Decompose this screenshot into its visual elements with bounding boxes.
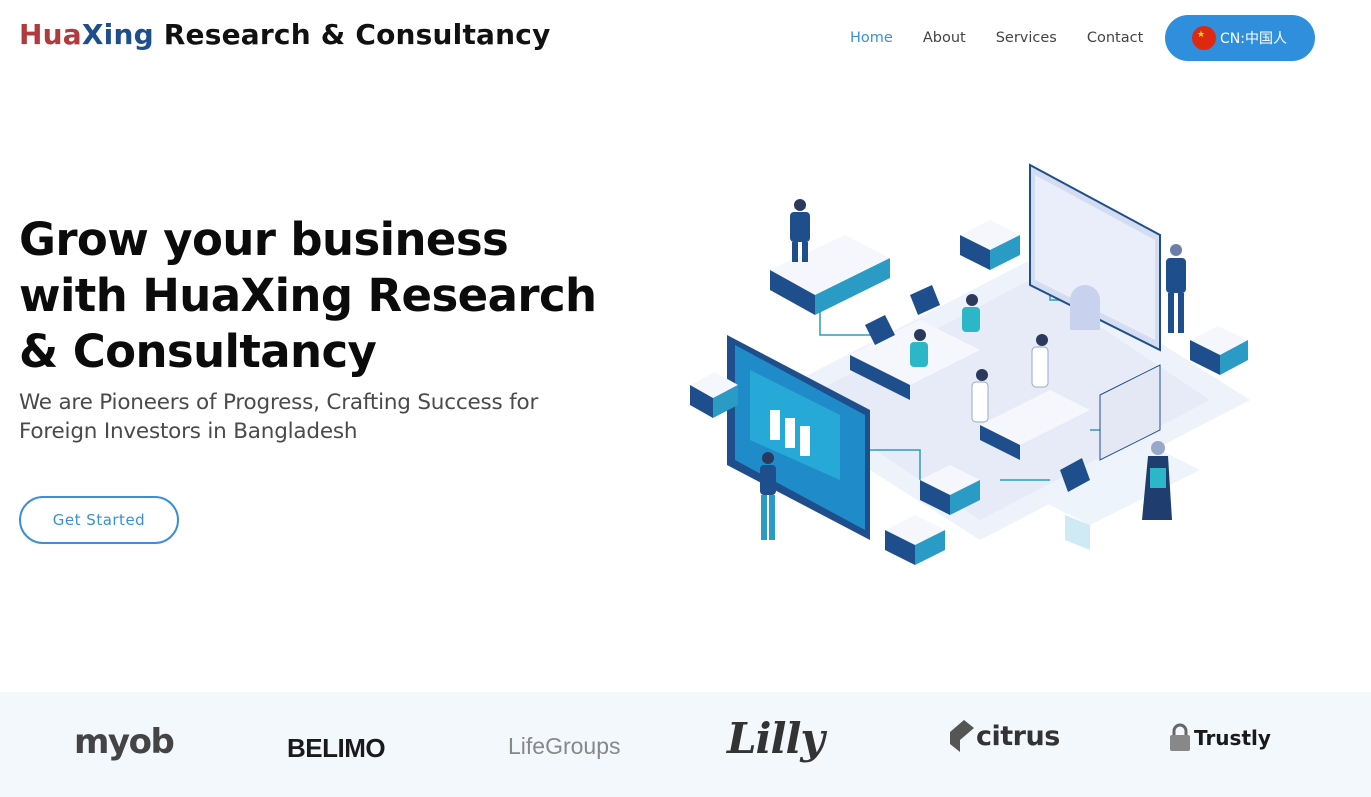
- site-header: HuaXing Research & Consultancy Home Abou…: [0, 0, 1371, 78]
- clients-strip: myob BELIMO LifeGroups Lilly citrus Trus…: [0, 692, 1371, 797]
- china-flag-icon: [1192, 26, 1216, 50]
- client-logo-myob: myob: [74, 692, 175, 792]
- language-button[interactable]: CN:中国人: [1165, 15, 1315, 61]
- nav-contact[interactable]: Contact: [1087, 30, 1143, 46]
- hero-subtitle: We are Pioneers of Progress, Crafting Su…: [19, 390, 539, 444]
- hero-title: Grow your business with HuaXing Research…: [19, 213, 597, 378]
- main-nav: Home About Services Contact: [850, 30, 1173, 46]
- client-name: LifeGroups: [508, 732, 621, 759]
- nav-about[interactable]: About: [923, 30, 966, 46]
- client-logo-belimo: BELIMO: [287, 698, 386, 797]
- language-label: CN:中国人: [1220, 31, 1287, 47]
- client-logo-trustly: Trustly: [1168, 688, 1271, 788]
- nav-home[interactable]: Home: [850, 30, 893, 46]
- client-name: citrus: [976, 720, 1060, 752]
- nav-services[interactable]: Services: [996, 30, 1057, 46]
- client-logo-lifegroups: LifeGroups: [508, 696, 621, 796]
- brand-logo[interactable]: HuaXing Research & Consultancy: [19, 18, 551, 51]
- hero-illustration: [690, 163, 1250, 565]
- client-name: Trustly: [1194, 726, 1271, 750]
- brand-rest: Research & Consultancy: [153, 18, 551, 51]
- client-logo-lilly: Lilly: [727, 688, 825, 788]
- client-name: myob: [74, 722, 175, 762]
- brand-hua: Hua: [19, 18, 82, 51]
- lock-icon: [1170, 723, 1190, 751]
- get-started-button[interactable]: Get Started: [19, 496, 179, 544]
- brand-xing: Xing: [81, 18, 154, 51]
- client-name: Lilly: [727, 713, 825, 763]
- client-logo-citrus: citrus: [950, 686, 1060, 786]
- client-name: BELIMO: [287, 732, 386, 763]
- citrus-mark-icon: [950, 720, 974, 752]
